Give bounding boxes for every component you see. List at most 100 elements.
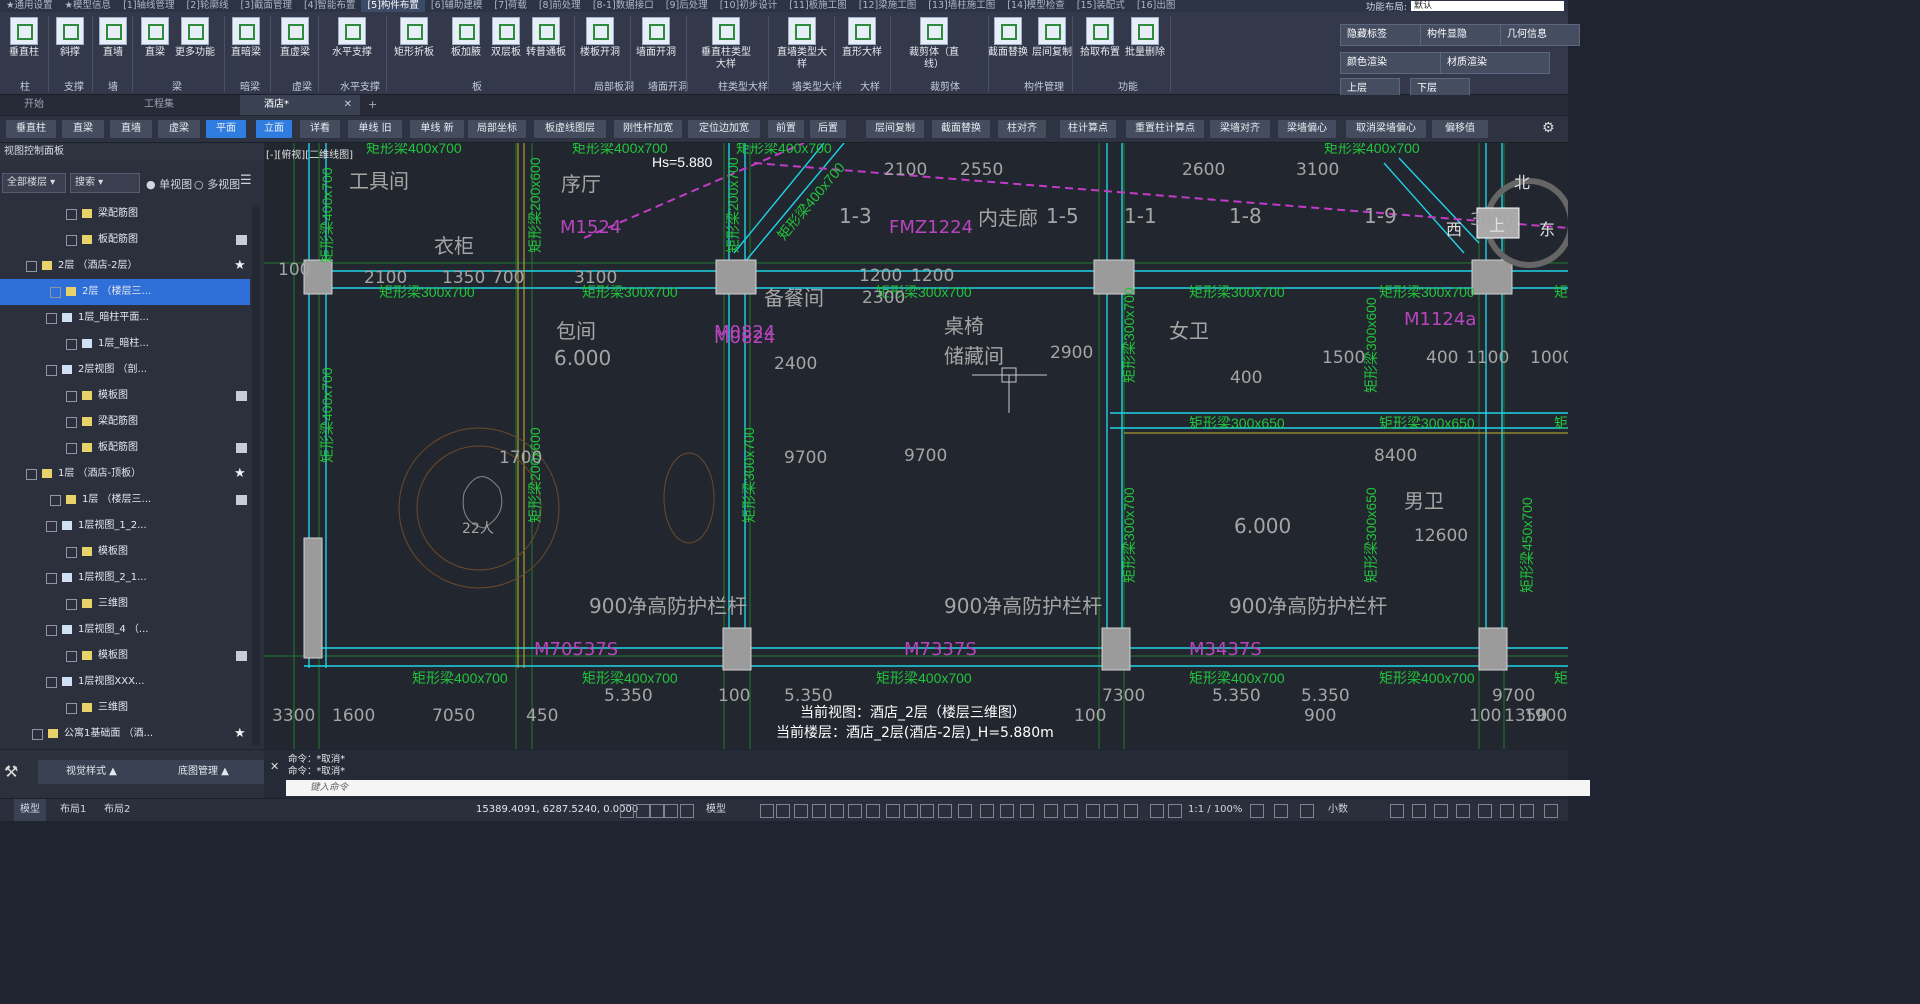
toolbar-button[interactable]: 立面 — [256, 120, 292, 138]
status-tool-icon[interactable] — [1274, 804, 1288, 818]
toolbar-button[interactable]: 详看 — [300, 120, 340, 138]
ribbon-tab[interactable]: ★通用设置 — [0, 0, 59, 12]
toolbar-button[interactable]: 垂直柱 — [6, 120, 56, 138]
gear-icon[interactable]: ⚙ — [1542, 120, 1555, 136]
toolbar-button[interactable]: 柱对齐 — [998, 120, 1046, 138]
layout-dropdown[interactable]: 默认 — [1411, 1, 1564, 11]
ribbon-tab[interactable]: [5]构件布置 — [361, 0, 425, 12]
floor-dropdown[interactable]: 全部楼层 ▾ — [2, 173, 66, 193]
close-icon[interactable]: ✕ — [270, 760, 279, 773]
status-tool-icon[interactable] — [1300, 804, 1314, 818]
model-toggle[interactable]: 模型 — [706, 799, 726, 821]
status-tool-icon[interactable] — [886, 804, 900, 818]
ribbon-tab[interactable]: [9]后处理 — [660, 0, 714, 12]
status-tool-icon[interactable] — [1478, 804, 1492, 818]
status-tool-icon[interactable] — [1250, 804, 1264, 818]
ribbon-tab[interactable]: [8]前处理 — [533, 0, 587, 12]
ribbon-tab[interactable]: [2]轮廓线 — [181, 0, 235, 12]
search-input[interactable]: 搜索 ▾ — [70, 173, 140, 193]
tree-item[interactable]: 2层视图 （剖... — [0, 357, 250, 383]
status-tool-icon[interactable] — [920, 804, 934, 818]
multi-view-radio[interactable]: ○ 多视图 — [194, 176, 240, 192]
star-icon[interactable]: ★ — [234, 461, 246, 487]
ribbon-tab[interactable]: [13]墙柱施工图 — [922, 0, 1001, 12]
toolbar-button[interactable]: 平面 — [206, 120, 246, 138]
toolbar-button[interactable]: 梁墙对齐 — [1210, 120, 1270, 138]
toolbar-button[interactable]: 单线 旧 — [348, 120, 402, 138]
checkbox[interactable] — [50, 495, 61, 506]
checkbox[interactable] — [66, 443, 77, 454]
base-map-button[interactable]: 底图管理 ▲ — [150, 760, 278, 784]
status-tool-icon[interactable] — [904, 804, 918, 818]
checkbox[interactable] — [46, 313, 57, 324]
status-tool-icon[interactable] — [664, 804, 678, 818]
status-tool-icon[interactable] — [1390, 804, 1404, 818]
status-tool-icon[interactable] — [1020, 804, 1034, 818]
viewport-title[interactable]: [-][俯视][二维线图] — [266, 146, 353, 161]
status-tool-icon[interactable] — [1064, 804, 1078, 818]
ribbon-button[interactable]: 裁剪体（直线） — [908, 17, 960, 71]
tree-item[interactable]: 1层 （楼层三... — [0, 487, 250, 513]
checkbox[interactable] — [32, 729, 43, 740]
checkbox[interactable] — [66, 209, 77, 220]
status-tool-icon[interactable] — [1412, 804, 1426, 818]
ribbon-button[interactable]: 层间复制 — [1026, 17, 1078, 59]
checkbox[interactable] — [66, 391, 77, 402]
toolbar-button[interactable]: 前置 — [768, 120, 804, 138]
checkbox[interactable] — [66, 547, 77, 558]
checkbox[interactable] — [66, 417, 77, 428]
toolbar-button[interactable]: 截面替换 — [932, 120, 990, 138]
command-input[interactable]: 键入命令 — [286, 780, 1590, 796]
drawing-canvas[interactable]: 矩形梁400x700 矩形梁400x700 矩形梁400x700 矩形梁400x700… — [264, 143, 1568, 749]
ribbon-tab[interactable]: [15]装配式 — [1071, 0, 1131, 12]
status-tool-icon[interactable] — [848, 804, 862, 818]
tree-item[interactable]: 2层 （酒店-2层） ★ — [0, 253, 250, 279]
toolbar-button[interactable]: 偏移值 — [1432, 120, 1488, 138]
tools-icon[interactable]: ⚒ — [4, 762, 18, 781]
tree-item[interactable]: 1层视图_4 （... — [0, 617, 250, 643]
toolbar-button[interactable]: 重置柱计算点 — [1126, 120, 1204, 138]
tree-item[interactable]: 模板图 — [0, 383, 250, 409]
status-tool-icon[interactable] — [636, 804, 650, 818]
toolbar-button[interactable]: 梁墙偏心 — [1278, 120, 1336, 138]
ribbon-button[interactable]: 墙面开洞 — [630, 17, 682, 59]
layout-tab[interactable]: 布局2 — [98, 799, 136, 821]
ribbon-button[interactable]: 矩形折板 — [388, 17, 440, 59]
toolbar-button[interactable]: 刚性杆加宽 — [614, 120, 682, 138]
checkbox[interactable] — [26, 261, 37, 272]
geom-button[interactable]: 几何信息 — [1500, 24, 1580, 46]
toolbar-button[interactable]: 局部坐标 — [468, 120, 526, 138]
toolbar-button[interactable]: 板虚线图层 — [534, 120, 606, 138]
status-tool-icon[interactable] — [1434, 804, 1448, 818]
tree-item[interactable]: 板配筋图 — [0, 227, 250, 253]
status-tool-icon[interactable] — [1104, 804, 1118, 818]
menu-icon[interactable]: ☰ — [240, 173, 252, 188]
tree-item[interactable]: 1层视图_1_2... — [0, 513, 250, 539]
ribbon-tab[interactable]: [3]截面管理 — [235, 0, 298, 12]
status-tool-icon[interactable] — [1124, 804, 1138, 818]
unit-dropdown[interactable]: 小数 — [1328, 799, 1348, 821]
ribbon-button[interactable]: 直墙类型大样 — [776, 17, 828, 71]
ribbon-tab[interactable]: [7]荷载 — [488, 0, 532, 12]
status-tool-icon[interactable] — [1500, 804, 1514, 818]
status-tool-icon[interactable] — [680, 804, 694, 818]
star-icon[interactable]: ★ — [234, 721, 246, 747]
document-tab[interactable]: 酒店* ✕ — [240, 95, 360, 115]
toolbar-button[interactable]: 虚梁 — [158, 120, 200, 138]
material-button[interactable]: 材质渲染 — [1440, 52, 1550, 74]
tree-item[interactable]: 公寓1基础面 （酒... ★ — [0, 721, 250, 747]
checkbox[interactable] — [66, 651, 77, 662]
ribbon-button[interactable]: 直暗梁 — [220, 17, 272, 59]
toolbar-button[interactable]: 定位边加宽 — [688, 120, 760, 138]
status-tool-icon[interactable] — [1086, 804, 1100, 818]
hide-button[interactable]: 隐藏标签 — [1340, 24, 1432, 46]
single-view-radio[interactable]: ● 单视图 — [146, 176, 192, 192]
ribbon-tab[interactable]: [8-1]数据接口 — [587, 0, 660, 12]
toolbar-button[interactable]: 取消梁墙偏心 — [1346, 120, 1426, 138]
status-tool-icon[interactable] — [958, 804, 972, 818]
toolbar-button[interactable]: 直墙 — [110, 120, 152, 138]
ribbon-tab[interactable]: [6]辅助建模 — [425, 0, 488, 12]
checkbox[interactable] — [66, 703, 77, 714]
status-tool-icon[interactable] — [830, 804, 844, 818]
status-tool-icon[interactable] — [812, 804, 826, 818]
